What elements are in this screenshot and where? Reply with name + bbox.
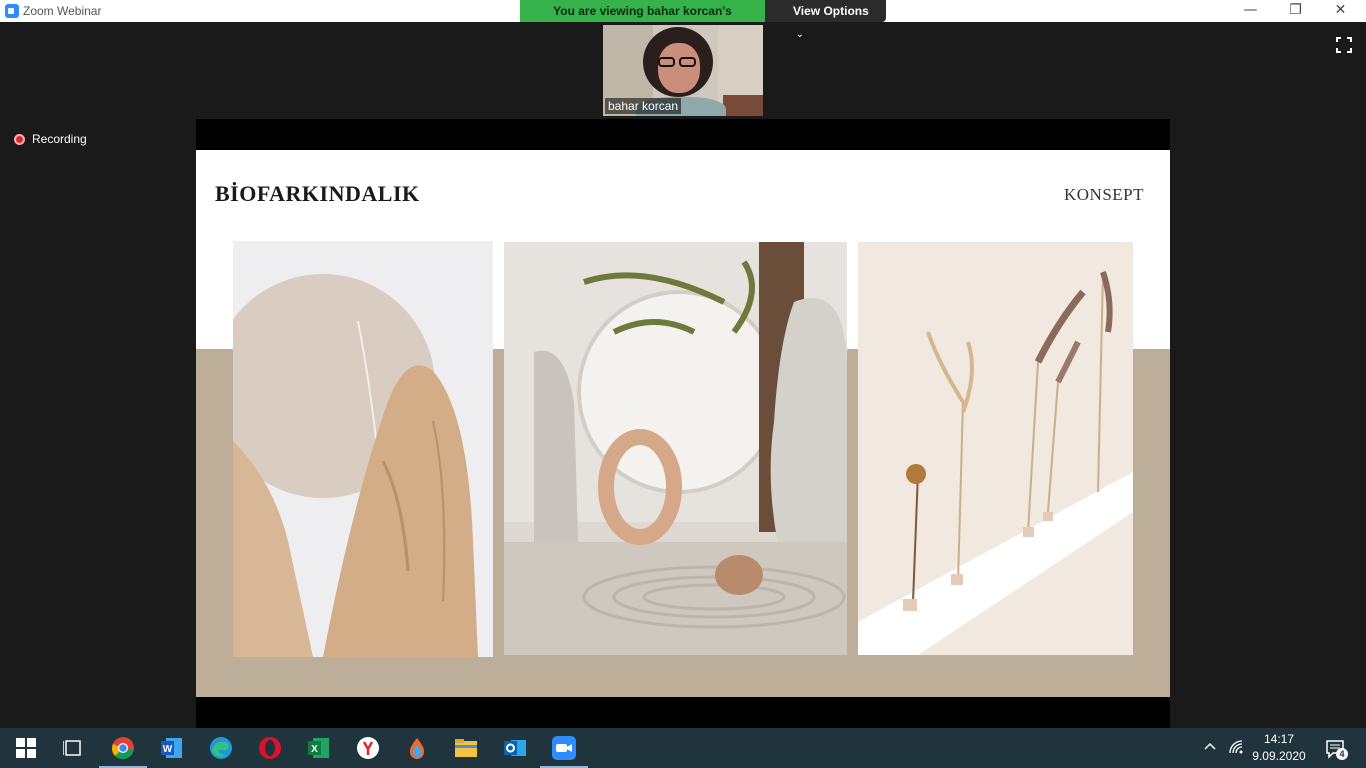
close-button[interactable]: ✕ — [1318, 0, 1363, 22]
svg-text:X: X — [311, 744, 318, 755]
view-options-button[interactable]: View Options ⌄ — [765, 0, 886, 39]
zen-garden-image — [504, 242, 847, 655]
chevron-down-icon: ⌄ — [796, 29, 804, 39]
restore-button[interactable]: ❐ — [1273, 0, 1318, 22]
task-view-icon[interactable] — [61, 736, 85, 760]
opera-icon[interactable] — [258, 736, 282, 760]
viewing-screen-label: You are viewing bahar korcan's screen — [520, 0, 765, 40]
svg-text:W: W — [163, 744, 173, 755]
file-explorer-icon[interactable] — [454, 736, 478, 760]
shared-screen: BİOFARKINDALIK KONSEPT — [196, 119, 1170, 728]
paint-icon[interactable] — [405, 736, 429, 760]
recording-label: Recording — [32, 132, 87, 146]
zoom-app-icon — [5, 4, 19, 18]
edge-icon[interactable] — [209, 736, 233, 760]
minimize-button[interactable]: — — [1228, 0, 1273, 22]
zoom-taskbar-icon[interactable] — [540, 736, 588, 768]
wifi-icon[interactable] — [1228, 739, 1244, 755]
recording-indicator: Recording — [14, 132, 87, 146]
word-icon[interactable]: W — [160, 736, 184, 760]
window-title: Zoom Webinar — [23, 4, 102, 18]
screen-share-banner: You are viewing bahar korcan's screen Vi… — [520, 0, 886, 40]
slide-tag: KONSEPT — [1063, 185, 1144, 204]
windows-taskbar: W X 4 — [0, 728, 1366, 768]
zoom-window: Zoom Webinar — ❐ ✕ You are viewing bahar… — [0, 0, 1366, 728]
fullscreen-icon[interactable] — [1336, 37, 1352, 53]
show-hidden-icons-button[interactable] — [1203, 740, 1217, 754]
participant-name: bahar korcan — [605, 98, 682, 114]
recording-dot-icon — [14, 133, 25, 145]
presentation-slide: BİOFARKINDALIK KONSEPT — [196, 150, 1170, 697]
participant-video[interactable]: bahar korcan — [603, 25, 763, 116]
glasses-icon — [658, 57, 698, 67]
slide-title: BİOFARKINDALIK — [215, 181, 420, 206]
notification-count-badge: 4 — [1336, 748, 1348, 760]
outlook-icon[interactable] — [503, 736, 527, 760]
clock-time: 14:17 — [1263, 732, 1295, 746]
system-clock[interactable]: 14:17 9.09.2020 — [1250, 731, 1308, 765]
notification-center-button[interactable]: 4 — [1325, 738, 1348, 760]
yandex-browser-icon[interactable] — [356, 736, 380, 760]
view-options-label: View Options — [793, 4, 869, 18]
stone-moon-image — [233, 241, 493, 657]
clock-date: 9.09.2020 — [1252, 749, 1306, 763]
excel-icon[interactable]: X — [307, 736, 331, 760]
chrome-icon[interactable] — [99, 736, 147, 768]
dried-flowers-image — [858, 242, 1133, 655]
windows-start-icon[interactable] — [14, 736, 38, 760]
